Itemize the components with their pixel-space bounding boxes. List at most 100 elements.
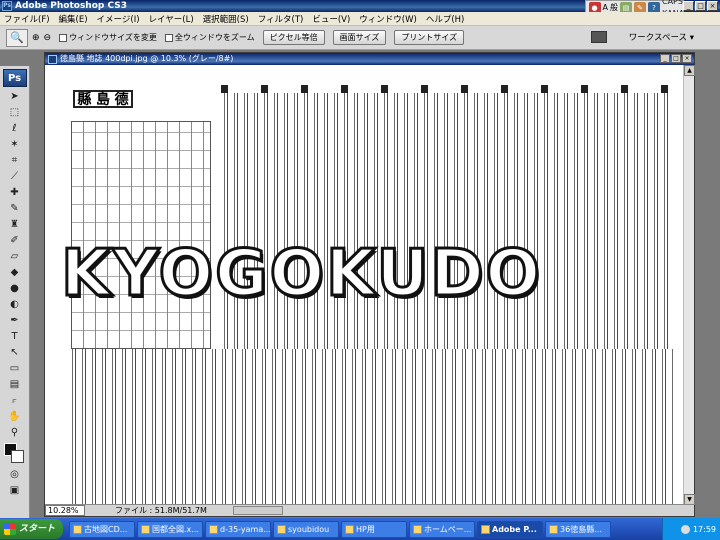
windows-logo-icon <box>4 523 16 535</box>
eraser-tool-icon[interactable]: ▱ <box>0 249 29 265</box>
zoom-icon: 🔍 <box>10 31 24 44</box>
history-brush-tool-icon[interactable]: ✐ <box>0 233 29 249</box>
doc-close-button[interactable]: × <box>682 54 692 63</box>
task-label: 国都全図.x... <box>152 524 199 534</box>
marquee-tool-icon[interactable]: ⬚ <box>0 105 29 121</box>
system-tray: 17:59 <box>662 518 720 540</box>
document-status-bar: 10.28% ファイル : 51.8M/51.7M <box>45 504 694 516</box>
task-label: d-35-yama... <box>220 524 271 534</box>
zoom-all-label: 全ウィンドウをズーム <box>174 33 255 42</box>
quick-mask-icon[interactable]: ◎ <box>0 467 29 483</box>
task-label: HP用 <box>356 524 375 534</box>
brush-tool-icon[interactable]: ✎ <box>0 201 29 217</box>
start-button[interactable]: スタート <box>0 519 64 539</box>
task-button[interactable]: 36徳島縣... <box>545 520 612 538</box>
heading-char-2: 島 <box>95 92 110 108</box>
task-button[interactable]: 国都全図.x... <box>137 520 204 538</box>
hand-tool-icon[interactable]: ✋ <box>0 409 29 425</box>
photoshop-doc-icon <box>549 524 559 534</box>
scroll-up-arrow-icon[interactable]: ▲ <box>684 65 695 76</box>
image-canvas[interactable]: 縣 島 德 KYOGOKUDO <box>45 65 683 505</box>
document-title: 徳島縣 地誌 400dpi.jpg @ 10.3% (グレー/8#) <box>60 54 234 63</box>
task-button[interactable]: ホームペー... <box>409 520 476 538</box>
document-text-columns-lower <box>69 349 673 504</box>
task-label: 36徳島縣... <box>560 524 602 534</box>
workspace-menu[interactable]: ワークスペース ▾ <box>629 31 694 43</box>
close-button[interactable]: × <box>707 1 718 11</box>
menu-window[interactable]: ウィンドウ(W) <box>359 13 417 25</box>
zoom-out-icon[interactable]: ⊖ <box>44 33 52 43</box>
fit-screen-button[interactable]: 画面サイズ <box>332 30 387 45</box>
document-title-bar[interactable]: 徳島縣 地誌 400dpi.jpg @ 10.3% (グレー/8#) <box>45 53 694 65</box>
color-swatches[interactable] <box>0 441 29 467</box>
notes-tool-icon[interactable]: ▤ <box>0 377 29 393</box>
menu-image[interactable]: イメージ(I) <box>97 13 140 25</box>
ps-logo[interactable]: Ps <box>2 69 27 87</box>
screen-mode-icon[interactable]: ▣ <box>0 483 29 499</box>
folder-icon <box>277 524 287 534</box>
pen-tool-icon[interactable]: ✒ <box>0 313 29 329</box>
document-window: 徳島縣 地誌 400dpi.jpg @ 10.3% (グレー/8#) _ □ ×… <box>44 52 695 517</box>
zoom-level-field[interactable]: 10.28% <box>45 505 85 516</box>
type-tool-icon[interactable]: T <box>0 329 29 345</box>
folder-icon <box>209 524 219 534</box>
lasso-tool-icon[interactable]: ℓ <box>0 121 29 137</box>
dodge-tool-icon[interactable]: ◐ <box>0 297 29 313</box>
speaker-icon[interactable] <box>680 524 690 534</box>
task-button-active[interactable]: Adobe P... <box>477 520 544 538</box>
doc-maximize-button[interactable]: □ <box>671 54 681 63</box>
task-button[interactable]: 古地図CD... <box>69 520 136 538</box>
actual-pixels-button[interactable]: ピクセル等倍 <box>262 30 325 45</box>
crop-tool-icon[interactable]: ⌗ <box>0 153 29 169</box>
minimize-button[interactable]: _ <box>683 1 694 11</box>
resize-windows-checkbox[interactable]: ウィンドウサイズを変更 <box>59 32 157 43</box>
menu-edit[interactable]: 編集(E) <box>59 13 88 25</box>
task-button[interactable]: d-35-yama... <box>205 520 272 538</box>
paint-bucket-tool-icon[interactable]: ◆ <box>0 265 29 281</box>
print-size-button[interactable]: プリントサイズ <box>394 30 465 45</box>
eyedropper-tool-icon[interactable]: ⟔ <box>0 393 29 409</box>
document-icon <box>48 54 57 64</box>
slice-tool-icon[interactable]: ⟋ <box>0 169 29 185</box>
doc-minimize-button[interactable]: _ <box>660 54 670 63</box>
resize-windows-box[interactable] <box>59 33 68 42</box>
clone-stamp-tool-icon[interactable]: ♜ <box>0 217 29 233</box>
path-selection-tool-icon[interactable]: ↖ <box>0 345 29 361</box>
palette-well-icon[interactable] <box>590 31 607 43</box>
caps-label: CAPS <box>662 0 683 6</box>
move-tool-icon[interactable]: ➤ <box>0 89 29 105</box>
task-label: Adobe P... <box>492 524 537 534</box>
task-button[interactable]: syoubidou <box>273 520 340 538</box>
menu-file[interactable]: ファイル(F) <box>4 13 50 25</box>
menu-help[interactable]: ヘルプ(H) <box>426 13 465 25</box>
folder-icon <box>345 524 355 534</box>
photoshop-app-icon: Ps <box>2 1 12 11</box>
background-color[interactable] <box>11 450 24 463</box>
watermark-text: KYOGOKUDO <box>60 236 542 313</box>
task-label: syoubidou <box>288 524 330 534</box>
document-table <box>71 121 211 349</box>
zoom-all-box[interactable] <box>164 33 173 42</box>
maximize-button[interactable]: □ <box>695 1 706 11</box>
task-label: 古地図CD... <box>84 524 128 534</box>
workspace-area: ワークスペース ▾ <box>590 31 694 43</box>
zoom-in-icon[interactable]: ⊕ <box>32 33 40 43</box>
vertical-scrollbar[interactable]: ▲ ▼ <box>683 65 695 505</box>
menu-layer[interactable]: レイヤー(L) <box>149 13 194 25</box>
zoom-tool-icon[interactable]: ⚲ <box>0 425 29 441</box>
rectangle-tool-icon[interactable]: ▭ <box>0 361 29 377</box>
menu-select[interactable]: 選択範囲(S) <box>203 13 249 25</box>
task-button[interactable]: HP用 <box>341 520 408 538</box>
windows-taskbar: スタート 古地図CD... 国都全図.x... d-35-yama... syo… <box>0 518 720 540</box>
magic-wand-tool-icon[interactable]: ✶ <box>0 137 29 153</box>
zoom-all-checkbox[interactable]: 全ウィンドウをズーム <box>164 32 255 43</box>
menu-view[interactable]: ビュー(V) <box>312 13 350 25</box>
file-size-info[interactable]: ファイル : 51.8M/51.7M <box>115 505 207 516</box>
horizontal-scrollbar[interactable] <box>232 506 283 515</box>
blur-tool-icon[interactable]: ● <box>0 281 29 297</box>
zoom-tool-preset[interactable]: 🔍 <box>6 28 28 47</box>
document-section-markers <box>221 85 673 93</box>
menu-filter[interactable]: フィルタ(T) <box>258 13 304 25</box>
clock[interactable]: 17:59 <box>693 525 716 534</box>
healing-brush-tool-icon[interactable]: ✚ <box>0 185 29 201</box>
